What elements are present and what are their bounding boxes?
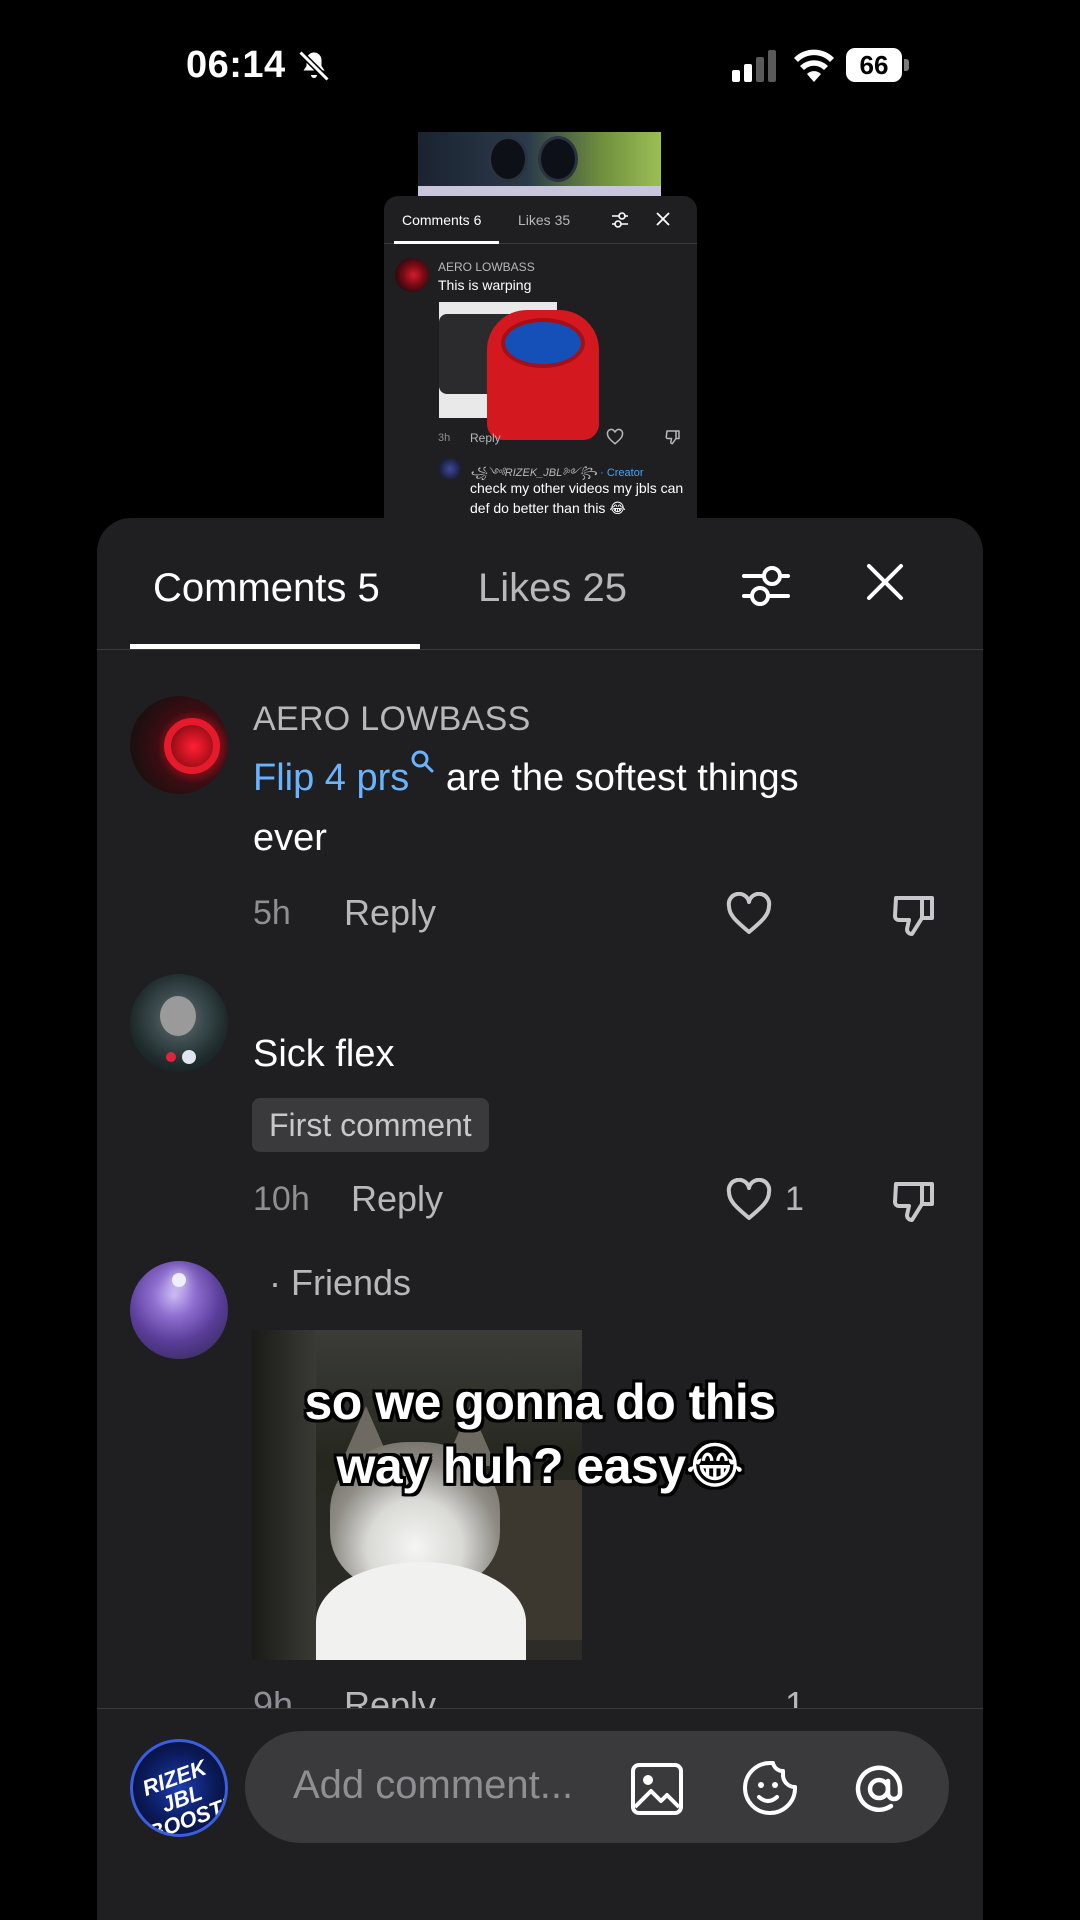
reply-link: Reply [470,431,501,445]
heart-icon[interactable] [725,892,773,936]
search-icon[interactable] [409,748,435,774]
reply-button[interactable]: Reply [351,1178,443,1220]
sticker-emoji-icon[interactable] [739,1759,801,1817]
avatar-logo-text: RIZEK JBL BOOSTER [139,1754,228,1837]
avatar[interactable] [130,1261,228,1359]
comment-username: AERO LOWBASS [438,260,535,274]
my-avatar[interactable]: RIZEK JBL BOOSTER [130,1739,228,1837]
reply-button[interactable]: Reply [344,892,436,934]
comment-input[interactable]: Add comment... [245,1731,949,1843]
comment-text: Flip 4 prs are the softest things ever [253,748,953,868]
active-tab-indicator [130,644,420,649]
comment-input-bar: RIZEK JBL BOOSTER Add comment... [97,1708,983,1920]
video-caption: so we gonna do this way huh? easy😂 [304,1374,776,1494]
speaker-image [487,310,599,440]
dislike-icon[interactable] [890,1176,938,1224]
bell-off-icon [298,50,330,82]
comment-username[interactable]: AERO LOWBASS [253,700,531,739]
friends-label: · Friends [269,1262,412,1303]
search-link[interactable]: Flip 4 prs [253,757,409,799]
comments-sheet: Comments 5 Likes 25 AERO LOWBASS Flip 4 … [97,518,983,1920]
comment-text: Sick flex [253,1033,395,1075]
tab-comments[interactable]: Comments 5 [153,566,380,611]
comment-time: 10h [253,1180,310,1218]
like-count: 1 [785,1180,804,1218]
status-bar: 06:14 66 [0,0,1080,130]
mention-icon[interactable] [849,1759,909,1819]
avatar [395,258,429,292]
wifi-icon [794,49,834,82]
heart-icon[interactable] [725,1178,773,1222]
dislike-icon [665,430,680,445]
comment-text: This is warping [438,277,532,293]
first-comment-badge: First comment [252,1098,489,1152]
comment-time: 5h [253,894,291,932]
reply-text: check my other videos my jbls can def do… [470,480,684,516]
dislike-icon[interactable] [890,890,938,938]
tab-bar: Comments 5 Likes 25 [97,518,983,650]
mini-tab-likes: Likes 35 [518,212,571,228]
filter-icon[interactable] [740,560,792,612]
close-icon [656,212,670,226]
background-video-thumbnail [418,132,661,200]
mini-tab-bar: Comments 6 Likes 35 [384,196,697,244]
comment-input-placeholder: Add comment... [293,1763,574,1807]
heart-icon [606,428,624,445]
close-icon[interactable] [865,562,905,602]
avatar[interactable] [130,974,228,1072]
image-icon[interactable] [629,1761,685,1817]
status-time: 06:14 [186,44,286,86]
filter-icon [612,212,628,228]
battery-icon: 66 [846,48,909,82]
comment-time: 3h [438,432,451,444]
battery-level: 66 [846,48,902,82]
avatar[interactable] [130,696,228,794]
cellular-signal-icon [732,50,776,82]
mini-tab-comments: Comments 6 [402,212,482,228]
avatar [439,458,461,480]
comment-preview-panel: Comments 6 Likes 35 AERO LOWBASS This is… [384,196,697,526]
tab-likes[interactable]: Likes 25 [478,566,627,611]
